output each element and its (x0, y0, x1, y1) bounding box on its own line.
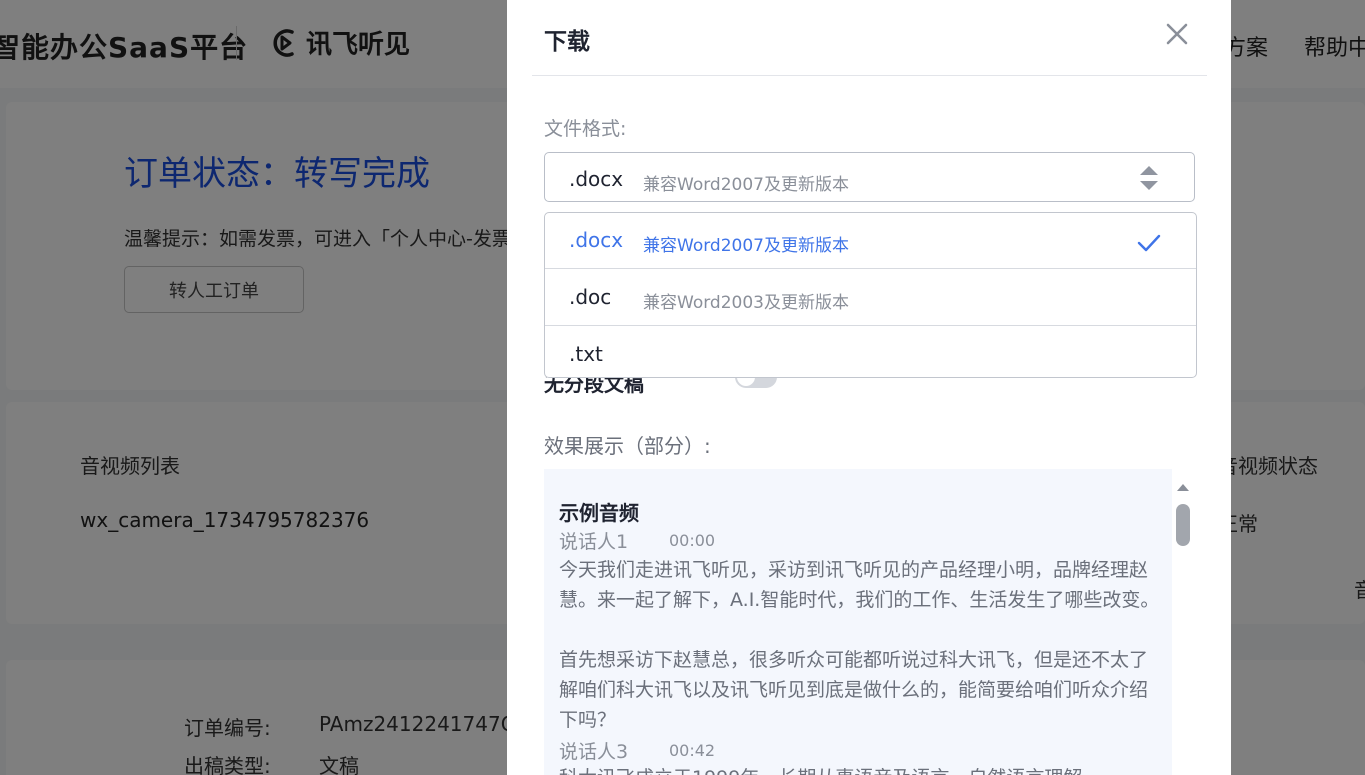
selected-format-desc: 兼容Word2007及更新版本 (643, 175, 849, 195)
option-ext: .doc (569, 285, 612, 309)
dialog-title: 下载 (544, 29, 590, 55)
preview-title: 示例音频 (559, 501, 639, 525)
format-option-txt[interactable]: .txt (545, 327, 1196, 377)
preview-box: 示例音频 说话人1 00:00 今天我们走进讯飞听见，采访到讯飞听见的产品经理小… (544, 469, 1172, 775)
dialog-divider (532, 75, 1207, 76)
preview-paragraph-3: 科大讯飞成立于1999年，长期从事语音及语言、自然语言理解 (559, 763, 1163, 775)
preview-paragraph-2: 首先想采访下赵慧总，很多听众可能都听说过科大讯飞，但是还不太了解咱们科大讯飞以及… (559, 649, 1149, 731)
file-format-label: 文件格式: (544, 118, 627, 140)
close-icon (1166, 23, 1188, 45)
preview-time-3: 00:42 (669, 741, 716, 760)
preview-time-1: 00:00 (669, 531, 716, 550)
close-button[interactable] (1161, 18, 1193, 50)
scroll-up-icon[interactable] (1175, 480, 1191, 494)
check-icon (1137, 234, 1161, 252)
preview-speaker-1: 说话人1 (559, 531, 629, 553)
option-ext: .txt (569, 342, 603, 366)
preview-speaker-3: 说话人3 (559, 741, 629, 763)
format-option-docx[interactable]: .docx 兼容Word2007及更新版本 (545, 213, 1196, 269)
sort-arrows-icon (1140, 166, 1158, 190)
format-option-doc[interactable]: .doc 兼容Word2003及更新版本 (545, 270, 1196, 326)
file-format-select[interactable]: .docx 兼容Word2007及更新版本 (544, 152, 1195, 202)
selected-format-ext: .docx (569, 167, 624, 191)
option-desc: 兼容Word2007及更新版本 (643, 236, 849, 256)
preview-paragraph-1: 今天我们走进讯飞听见，采访到讯飞听见的产品经理小明，品牌经理赵慧。来一起了解下，… (559, 559, 1160, 611)
preview-scrollbar-thumb[interactable] (1176, 504, 1190, 546)
option-desc: 兼容Word2003及更新版本 (643, 293, 849, 313)
option-ext: .docx (569, 228, 624, 252)
download-dialog: 下载 文件格式: .docx 兼容Word2007及更新版本 .docx 兼容W… (507, 0, 1231, 775)
file-format-dropdown: .docx 兼容Word2007及更新版本 .doc 兼容Word2003及更新… (544, 212, 1197, 378)
preview-label: 效果展示（部分）: (544, 434, 711, 458)
